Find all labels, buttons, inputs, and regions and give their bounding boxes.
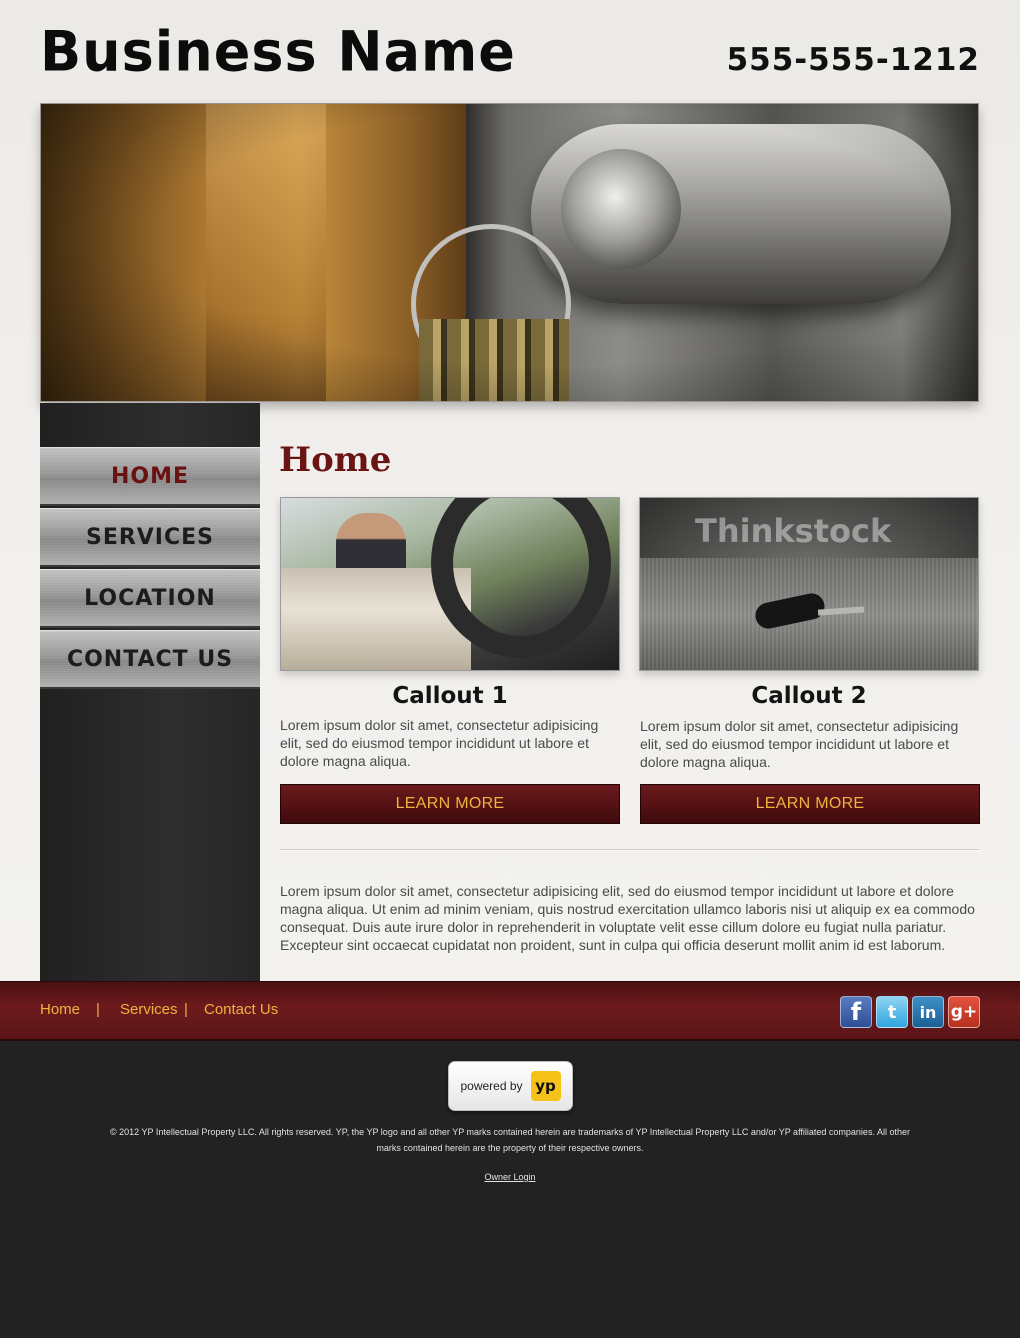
footer-link-services[interactable]: Services <box>120 1001 178 1018</box>
callout-2-learn-more-button[interactable]: LEARN MORE <box>640 784 980 824</box>
footer-link-home[interactable]: Home <box>40 1001 80 1018</box>
callout-1-learn-more-button[interactable]: LEARN MORE <box>280 784 620 824</box>
page-title: Home <box>279 440 392 480</box>
google-plus-icon[interactable]: g+ <box>948 996 980 1028</box>
callout-2-image: Thinkstock <box>639 497 979 671</box>
sidebar-nav: HOME SERVICES LOCATION CONTACT US <box>40 403 260 982</box>
business-name: Business Name <box>40 19 516 84</box>
footer-separator: | <box>184 1001 188 1018</box>
yp-logo-icon: yp <box>530 1071 561 1101</box>
callout-1-title: Callout 1 <box>392 683 508 709</box>
hero-image <box>40 103 979 402</box>
nav-item-services[interactable]: SERVICES <box>40 508 260 567</box>
content-divider <box>280 849 979 851</box>
owner-login-link[interactable]: Owner Login <box>0 1172 1020 1182</box>
powered-by-label: powered by <box>460 1079 523 1093</box>
phone-number: 555-555-1212 <box>726 42 980 78</box>
facebook-icon[interactable]: f <box>840 996 872 1028</box>
callout-2-title: Callout 2 <box>751 683 867 709</box>
footer-separator: | <box>96 1001 100 1018</box>
body-paragraph: Lorem ipsum dolor sit amet, consectetur … <box>280 883 975 953</box>
linkedin-icon[interactable]: in <box>912 996 944 1028</box>
callout-2-text: Lorem ipsum dolor sit amet, consectetur … <box>640 718 959 770</box>
footer-link-contact-us[interactable]: Contact Us <box>204 1001 278 1018</box>
copyright-notice: © 2012 YP Intellectual Property LLC. All… <box>110 1127 910 1153</box>
nav-item-contact-us[interactable]: CONTACT US <box>40 630 260 689</box>
image-watermark: Thinkstock <box>695 512 892 550</box>
callout-1-image <box>280 497 620 671</box>
nav-item-location[interactable]: LOCATION <box>40 569 260 628</box>
nav-item-home[interactable]: HOME <box>40 447 260 506</box>
powered-by-yp-badge[interactable]: powered by yp <box>448 1061 573 1111</box>
twitter-icon[interactable]: t <box>876 996 908 1028</box>
callout-1-text: Lorem ipsum dolor sit amet, consectetur … <box>280 717 599 769</box>
